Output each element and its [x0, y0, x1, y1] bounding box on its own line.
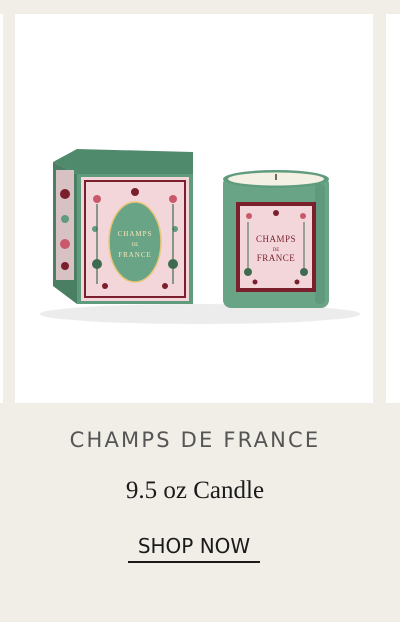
next-card-edge [386, 14, 400, 403]
box-label-text: CHAMPS [118, 230, 153, 238]
jar-label-text: CHAMPS [256, 234, 296, 244]
box-label-text: DE [132, 243, 139, 248]
product-card: CHAMPS DE FRANCE CHAMPS DE FRANCE CHAMPS… [0, 0, 400, 622]
product-description: 9.5 oz Candle [125, 477, 265, 504]
box-label-text: FRANCE [118, 251, 152, 259]
candle-and-box-illustration: CHAMPS DE FRANCE CHAMPS DE FRANCE [40, 149, 360, 324]
candle-box: CHAMPS DE FRANCE [53, 149, 193, 304]
candle-jar: CHAMPS DE FRANCE [223, 170, 329, 308]
shop-now-link[interactable]: SHOP NOW [128, 534, 260, 563]
collection-name: CHAMPS DE FRANCE [69, 428, 321, 452]
jar-label-text: FRANCE [257, 253, 296, 263]
product-image[interactable]: CHAMPS DE FRANCE CHAMPS DE FRANCE [15, 14, 373, 403]
previous-card-edge [0, 14, 3, 403]
